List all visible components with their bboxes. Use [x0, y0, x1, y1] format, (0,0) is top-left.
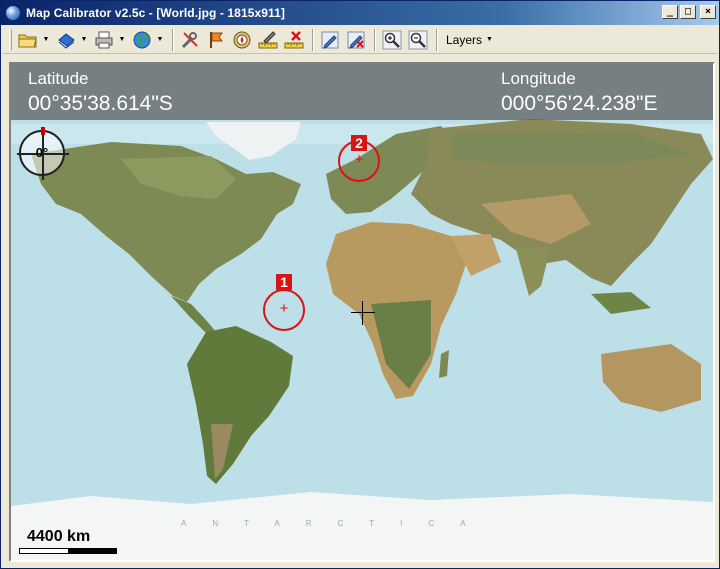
zoom-out-icon: [408, 30, 428, 49]
open-dropdown-arrow[interactable]: ▼: [42, 28, 50, 52]
ruler-button[interactable]: [256, 28, 280, 52]
longitude-label: Longitude: [501, 69, 576, 88]
edit-button[interactable]: [318, 28, 342, 52]
scale-bar: [19, 548, 117, 554]
compass-heading: 0°: [35, 145, 49, 160]
mouse-crosshair-cursor: [351, 301, 375, 325]
compass-north-needle: [41, 127, 45, 135]
pencil-ruler-icon: [258, 30, 278, 48]
toolbar: ▼ ▼ ▼ ▼ Layers ▼: [3, 26, 717, 54]
delete-points-button[interactable]: [282, 28, 306, 52]
zoom-in-button[interactable]: [380, 28, 404, 52]
flag-icon: [210, 31, 223, 48]
toolbar-separator-4: [436, 28, 438, 51]
calibration-point-1[interactable]: 1 +: [263, 274, 305, 331]
toolbar-separator-2: [312, 28, 314, 51]
calibration-point-badge: 1: [276, 274, 292, 290]
latitude-label: Latitude: [28, 69, 89, 88]
globe-icon: [133, 31, 151, 48]
maximize-button[interactable]: □: [680, 5, 696, 19]
erase-button[interactable]: [344, 28, 368, 52]
title-bar[interactable]: Map Calibrator v2.5c - [World.jpg - 1815…: [1, 1, 719, 25]
calibration-point-2[interactable]: 2 +: [338, 135, 380, 182]
tools-icon: [181, 31, 198, 48]
open-folder-icon: [18, 34, 37, 47]
scale-label: 4400 km: [27, 528, 91, 545]
print-dropdown-arrow[interactable]: ▼: [118, 28, 126, 52]
globe-button[interactable]: [130, 28, 154, 52]
minimize-button[interactable]: _: [662, 5, 678, 19]
zoom-out-button[interactable]: [406, 28, 430, 52]
layers-label: Layers: [446, 32, 483, 47]
flag-button[interactable]: [204, 28, 228, 52]
delete-points-icon: [284, 30, 304, 48]
tools-button[interactable]: [178, 28, 202, 52]
antarctica-label: ANTARCTICA: [181, 519, 492, 528]
coordinate-readout-panel: Latitude 00°35'38.614"S Longitude 000°56…: [11, 64, 713, 120]
erase-pen-icon: [347, 31, 365, 49]
globe-dropdown-arrow[interactable]: ▼: [156, 28, 164, 52]
map-viewport: Latitude 00°35'38.614"S Longitude 000°56…: [9, 62, 715, 562]
print-icon: [95, 31, 113, 48]
window-title: Map Calibrator v2.5c - [World.jpg - 1815…: [26, 6, 286, 20]
compass-rose-icon[interactable]: 0°: [17, 127, 69, 180]
window-controls: _ □ ×: [662, 5, 716, 19]
app-globe-icon: [5, 5, 21, 21]
compass-button[interactable]: [230, 28, 254, 52]
save-button[interactable]: [54, 28, 78, 52]
world-map[interactable]: Latitude 00°35'38.614"S Longitude 000°56…: [11, 64, 713, 560]
latitude-value: 00°35'38.614"S: [28, 92, 173, 115]
toolbar-grip[interactable]: [9, 29, 12, 50]
save-dropdown-arrow[interactable]: ▼: [80, 28, 88, 52]
compass-icon: [233, 31, 251, 48]
open-button[interactable]: [16, 28, 40, 52]
print-button[interactable]: [92, 28, 116, 52]
layers-dropdown-arrow: ▼: [486, 36, 493, 43]
toolbar-separator-3: [374, 28, 376, 51]
zoom-in-icon: [382, 30, 402, 49]
calibration-point-badge: 2: [351, 135, 367, 151]
calibration-crosshair-icon: +: [354, 151, 364, 168]
save-disk-icon: [58, 32, 75, 49]
scale-bar-segment: [68, 549, 116, 553]
app-window: Map Calibrator v2.5c - [World.jpg - 1815…: [0, 0, 720, 569]
calibration-crosshair-icon: +: [279, 300, 289, 317]
toolbar-separator: [172, 28, 174, 51]
close-button[interactable]: ×: [700, 5, 716, 19]
edit-pen-icon: [321, 31, 339, 49]
layers-menu-button[interactable]: Layers ▼: [442, 33, 497, 47]
longitude-value: 000°56'24.238"E: [501, 92, 658, 115]
